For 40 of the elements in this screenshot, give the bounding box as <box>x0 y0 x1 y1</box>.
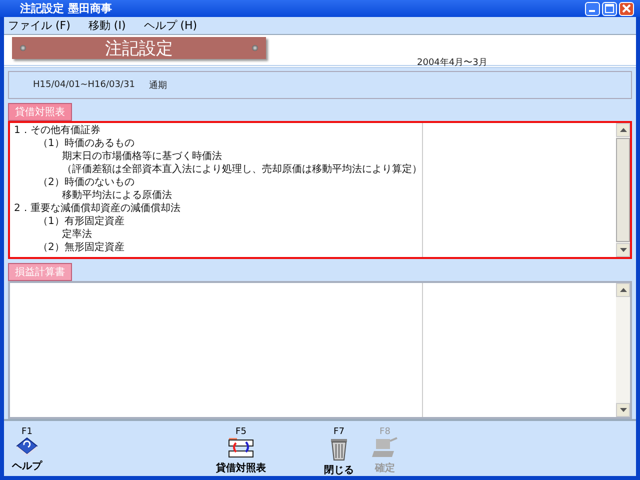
menu-item[interactable]: ヘルプ (H) <box>144 18 198 34</box>
scroll-up-button[interactable] <box>616 123 630 138</box>
scrollbar[interactable] <box>616 123 630 258</box>
note-line: 1．その他有価証券 <box>13 124 100 138</box>
close-icon <box>622 4 631 14</box>
note-line: 移動平均法による原価法 <box>61 189 172 202</box>
minimize-button[interactable] <box>585 2 600 16</box>
function-key-button[interactable]: F5 貸借対照表 <box>216 427 266 476</box>
note-line: （1）有形固定資産 <box>37 215 124 228</box>
function-key-button[interactable]: F7 閉じる <box>324 427 354 478</box>
close-button[interactable] <box>619 2 634 16</box>
maximize-icon <box>605 4 614 14</box>
note-line: （2）無形固定資産 <box>37 241 124 254</box>
function-key-button[interactable]: F1 ヘルプ <box>12 427 42 474</box>
note-line: 2．重要な減価償却資産の減価償却法 <box>13 202 180 216</box>
scroll-down-button[interactable] <box>616 243 630 258</box>
note-line: （評価差額は全部資本直入法により処理し、売却原価は移動平均法により算定） <box>61 163 422 176</box>
scroll-down-button[interactable] <box>616 403 630 418</box>
period-type: 通期 <box>148 80 167 92</box>
trash-icon <box>329 437 349 462</box>
fiscal-year: 2004年4月〜3月 <box>417 56 488 70</box>
banner-title: 注記設定 <box>105 38 173 60</box>
down-arrow-icon <box>620 248 626 252</box>
stamp-icon <box>372 437 398 460</box>
note-line: （2）時価のないもの <box>37 176 134 190</box>
maximize-button[interactable] <box>602 2 617 16</box>
swap-icon <box>228 437 254 460</box>
note-line: 定率法 <box>61 228 92 242</box>
scrollbar[interactable] <box>616 283 630 418</box>
menu-item[interactable]: 移動 (I) <box>88 18 126 34</box>
note-line: （1）時価のあるもの <box>37 137 134 150</box>
scroll-up-button[interactable] <box>616 283 630 298</box>
up-arrow-icon <box>620 128 626 132</box>
menu-item[interactable]: ファイル (F) <box>8 18 70 34</box>
down-arrow-icon <box>620 408 626 412</box>
window-title: 注記設定 墨田商事 <box>20 1 112 16</box>
period-range: H15/04/01~H16/03/31 <box>33 80 135 90</box>
book-icon <box>16 437 38 458</box>
up-arrow-icon <box>620 288 626 292</box>
note-line: 期末日の市場価格等に基づく時価法 <box>61 150 222 164</box>
